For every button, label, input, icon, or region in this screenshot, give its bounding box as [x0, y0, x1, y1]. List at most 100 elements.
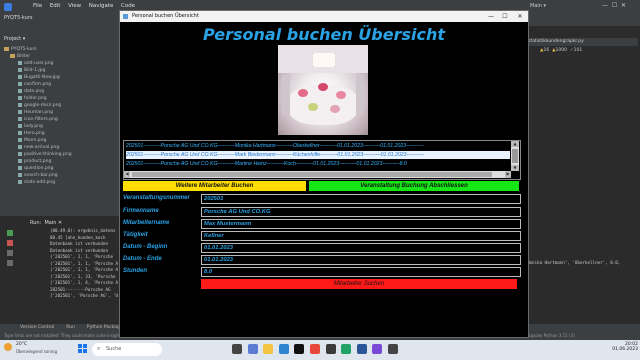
scroll-right-icon[interactable]: ▶ [505, 171, 511, 178]
word-icon[interactable] [356, 344, 367, 354]
menu-view[interactable]: View [68, 3, 81, 9]
image-file-icon [18, 116, 22, 121]
console-line: ('202501', 1, 4, 'Porsche A [50, 280, 119, 285]
activity-field[interactable]: Kellner [201, 231, 521, 241]
explorer-icon[interactable] [263, 344, 274, 354]
date-start-field[interactable]: 01.01.2023 [201, 243, 521, 253]
date-end-field[interactable]: 01.01.2023 [201, 255, 521, 265]
print-icon[interactable] [7, 260, 13, 266]
app-titlebar: Personal buchen Übersicht — ☐ ✕ [120, 11, 528, 22]
company-field[interactable]: Porsche AG Und CO.KG [201, 207, 521, 217]
scroll-thumb[interactable] [512, 149, 518, 163]
ide-project-name: PYQT5-kurs [4, 15, 33, 21]
editor-tab[interactable]: statistikkundengrapkr.py [528, 38, 638, 46]
windows-start-icon[interactable] [78, 344, 88, 354]
scroll-left-icon[interactable]: ◀ [124, 171, 130, 178]
tree-file[interactable]: Heuman.png [18, 109, 118, 116]
tree-file[interactable]: question.png [18, 165, 118, 172]
minimize-button[interactable]: — [484, 11, 498, 22]
tree-file[interactable]: folder.png [18, 95, 118, 102]
date-end-label: Datum - Ende [123, 256, 162, 262]
hours-field[interactable]: 8.0 [201, 267, 521, 277]
menu-file[interactable]: File [33, 3, 42, 9]
employee-field[interactable]: Max Mustermann [201, 219, 521, 229]
pycharm-icon[interactable] [325, 344, 336, 354]
run-tab[interactable]: Main [44, 220, 56, 226]
ide-menubar: File Edit View Navigate Code [33, 3, 141, 9]
tree-file-label: product.png [24, 159, 52, 164]
clock[interactable]: 20:02 01.06.2023 [604, 342, 638, 352]
tree-file[interactable]: confirm.png [18, 81, 118, 88]
app-window-icon [123, 14, 128, 19]
menu-edit[interactable]: Edit [50, 3, 61, 9]
bottom-tab[interactable]: Run [66, 325, 75, 330]
tree-file[interactable]: Hero.png [18, 130, 118, 137]
image-file-icon [18, 81, 22, 86]
list-horizontal-scrollbar[interactable]: ◀ ▶ [124, 171, 511, 178]
rerun-icon[interactable] [7, 230, 13, 236]
ide-run-config[interactable]: Main ▾ [530, 3, 546, 9]
search-placeholder: Suche [106, 346, 122, 352]
search-employee-button[interactable]: Mitarbeiter Suchen [201, 279, 517, 289]
tree-folder-bilder[interactable]: Bilder [4, 53, 118, 60]
project-label[interactable]: Project ▾ [4, 36, 25, 42]
tree-file[interactable]: positive-thinking.png [18, 151, 118, 158]
menu-code[interactable]: Code [121, 3, 135, 9]
image-file-icon [18, 109, 22, 114]
scroll-down-icon[interactable]: ▼ [511, 165, 519, 171]
scroll-up-icon[interactable]: ▲ [511, 141, 519, 147]
more-employees-button[interactable]: Weitere Mitarbeiter Buchen [123, 181, 306, 191]
task-view-icon[interactable] [232, 344, 242, 354]
store-icon[interactable] [294, 344, 305, 354]
console-line: (80.49.0): ergebnis_datens [50, 228, 116, 233]
booking-list[interactable]: 202501----------Porsche AG Und CO.KG----… [123, 140, 521, 180]
tree-file[interactable]: Bugatti-New.jpg [18, 74, 118, 81]
hscroll-thumb[interactable] [132, 172, 492, 177]
image-file-icon [18, 95, 22, 100]
tree-file[interactable]: lady.png [18, 123, 118, 130]
list-item[interactable]: 202501----------Porsche AG Und CO.KG----… [126, 142, 510, 150]
image-file-icon [18, 151, 22, 156]
chrome-icon[interactable] [309, 344, 320, 354]
tree-file[interactable]: search-bar.png [18, 172, 118, 179]
maximize-button[interactable]: ☐ [498, 11, 512, 22]
list-item-selected[interactable]: 202501----------Porsche AG Und CO.KG----… [126, 151, 510, 159]
weather-desc: Überwiegend sonnig [16, 349, 58, 354]
event-number-field[interactable]: 202501 [201, 194, 521, 204]
edge-icon[interactable] [278, 344, 289, 354]
tree-root[interactable]: PYQT5-kurs [4, 46, 118, 53]
tree-file[interactable]: stats-add.png [18, 179, 118, 186]
tree-file-label: lady.png [24, 124, 43, 129]
tree-file[interactable]: add-user.png [18, 60, 118, 67]
app-icon[interactable] [372, 344, 383, 354]
teams-icon[interactable] [247, 344, 258, 354]
bottom-tab[interactable]: Version Control [20, 325, 54, 330]
tree-file[interactable]: data.png [18, 88, 118, 95]
tree-file[interactable]: Mann.png [18, 137, 118, 144]
tree-file[interactable]: Bild-1.jpg [18, 67, 118, 74]
tree-file-label: question.png [24, 166, 54, 171]
search-icon: ⌕ [97, 345, 101, 352]
close-button[interactable]: ✕ [513, 11, 527, 22]
stop-icon[interactable] [7, 240, 13, 246]
ide-window-controls[interactable]: — ☐ ✕ [602, 2, 638, 10]
tree-file[interactable]: icon-filters.png [18, 116, 118, 123]
weather-icon[interactable] [4, 343, 12, 351]
menu-navigate[interactable]: Navigate [89, 3, 114, 9]
hours-label: Stunden [123, 268, 147, 274]
tree-file[interactable]: product.png [18, 158, 118, 165]
excel-icon[interactable] [341, 344, 352, 354]
tree-file-label: Mann.png [24, 138, 47, 143]
scroll-icon[interactable] [7, 250, 13, 256]
list-vertical-scrollbar[interactable]: ▲ ▼ [511, 141, 519, 171]
event-number-label: Veranstaltungsnummer [123, 195, 190, 201]
windows-taskbar: 20°C Überwiegend sonnig ⌕ Suche 20:02 01… [0, 340, 640, 360]
complete-booking-button[interactable]: Veranstaltung Buchung Abschliessen [309, 181, 519, 191]
tree-file-label: Heuman.png [24, 110, 53, 115]
file-list: add-user.png Bild-1.jpg Bugatti-New.jpg con… [4, 60, 118, 186]
python-icon[interactable] [387, 344, 398, 354]
tree-file[interactable]: google-docs.png [18, 102, 118, 109]
tree-file[interactable]: new-arrival.png [18, 144, 118, 151]
list-item[interactable]: 202501----------Porsche AG Und CO.KG----… [126, 160, 510, 168]
taskbar-search[interactable]: ⌕ Suche [92, 343, 162, 356]
